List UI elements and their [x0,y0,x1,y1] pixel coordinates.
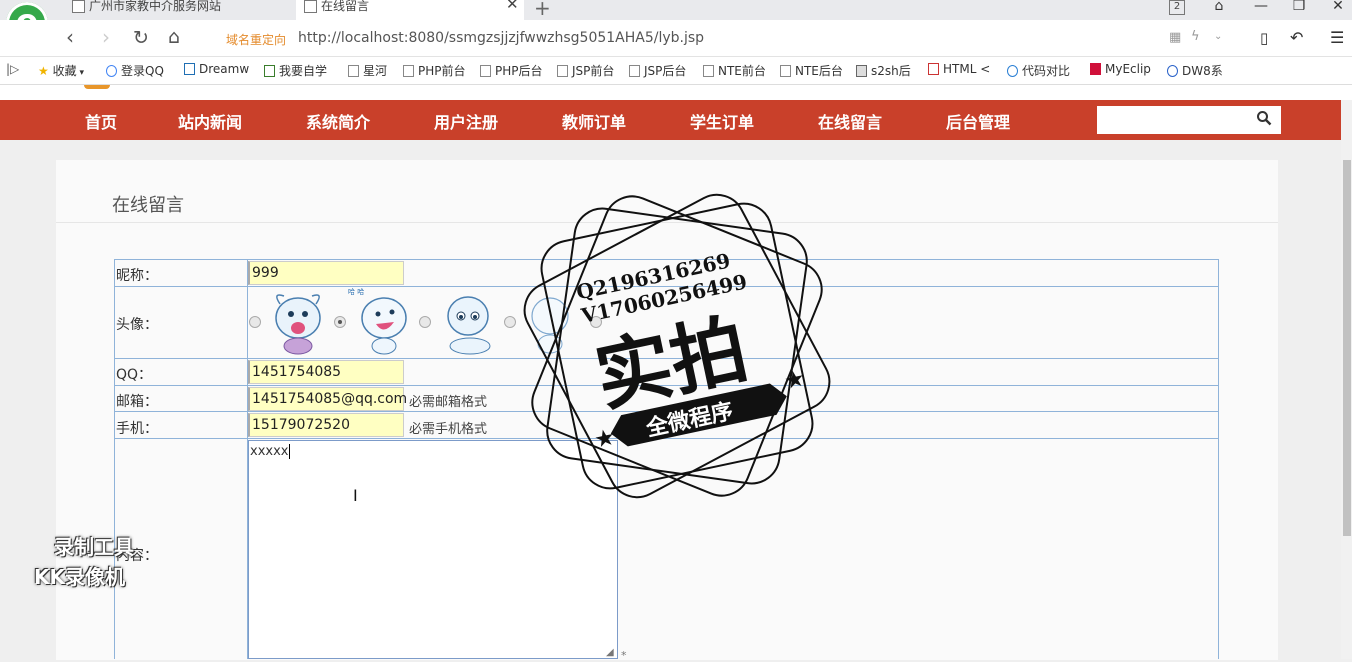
page-icon [72,0,85,13]
undo-icon[interactable]: ↶ [1290,28,1303,47]
avatar-cartoon-image-3 [447,296,491,355]
reading-mode-icon[interactable]: ▯ [1260,29,1268,47]
minimize-icon[interactable]: — [1250,0,1272,14]
bookmark-item[interactable]: 登录QQ [106,62,164,79]
bookmark-favorites[interactable]: ★ 收藏 ▾ [38,62,84,79]
star-icon: ★ [593,424,616,451]
site-logo-fragment [84,85,110,89]
bookmark-icon [184,63,195,75]
bookmark-icon [1007,65,1018,77]
phone-input[interactable]: 15179072520 [248,413,404,437]
forward-icon[interactable]: › [102,25,110,49]
text-caret [289,444,291,459]
bookmark-item[interactable]: PHP后台 [480,62,543,79]
url-field[interactable]: http://localhost:8080/ssmgzsjjzjfwwzhsg5… [298,30,704,46]
close-tab-icon[interactable]: ✕ [506,0,519,12]
avatar-cartoon-image-1 [275,294,321,355]
svg-text:哈 哈: 哈 哈 [348,288,364,296]
bookmark-icon [264,65,275,77]
home-icon[interactable]: ⌂ [168,26,180,48]
bookmark-item[interactable]: 代码对比 [1007,62,1070,79]
nav-student-orders[interactable]: 学生订单 [690,109,754,133]
qq-input[interactable]: 1451754085 [248,360,404,384]
bookmark-item[interactable]: 我要自学 [264,62,327,79]
menu-icon[interactable]: ☰ [1330,28,1344,47]
required-asterisk: * [621,649,627,662]
bookmark-icon [403,65,414,77]
new-tab-button[interactable]: + [534,0,551,20]
nav-site-news[interactable]: 站内新闻 [178,109,242,133]
nav-home[interactable]: 首页 [85,109,117,133]
tab-home-site[interactable]: 广州市家教中介服务网站 [72,0,292,20]
site-header-strip [0,85,1352,100]
chevron-down-icon[interactable]: ⌄ [1214,31,1222,42]
nav-online-message[interactable]: 在线留言 [818,109,882,133]
bookmark-item[interactable]: NTE后台 [780,62,843,79]
bookmark-icon [629,65,640,77]
avatar-radio-1[interactable] [249,316,261,328]
bookmark-item[interactable]: DW8系 [1167,62,1223,79]
avatar-radio-2[interactable] [334,316,346,328]
qq-label: QQ： [116,367,153,383]
textarea-resize-handle[interactable]: ◢ [606,647,614,658]
bookmark-item[interactable]: NTE前台 [703,62,766,79]
paw-icon [1167,65,1178,77]
phone-hint: 必需手机格式 [409,422,488,437]
close-window-icon[interactable]: ✕ [1327,0,1349,14]
bookmark-item[interactable]: 星河 [348,62,387,79]
skin-icon[interactable]: ⌂ [1208,0,1230,14]
bookmark-icon [480,65,491,77]
scrollbar-thumb[interactable] [1343,160,1351,536]
recorder-watermark: 录制工具 KK录像机 [34,535,134,589]
form-border [1218,259,1219,659]
bookmark-item[interactable]: HTML < [928,62,990,76]
lightning-icon[interactable]: ϟ [1191,29,1200,44]
back-icon[interactable]: ‹ [66,25,74,49]
page-icon [304,0,317,13]
nav-user-register[interactable]: 用户注册 [434,109,498,133]
phone-label: 手机： [116,421,158,437]
bookmark-icon [856,65,867,77]
email-input[interactable]: 1451754085@qq.com [248,387,407,411]
bookmark-item[interactable]: PHP前台 [403,62,466,79]
bookmark-item[interactable]: JSP后台 [629,62,686,79]
text-cursor-icon: I [353,486,358,505]
avatar-radio-3[interactable] [419,316,431,328]
bookmark-icon [1090,63,1101,75]
bookmark-icon [703,65,714,77]
reload-icon[interactable]: ↻ [133,27,149,49]
site-search-input[interactable] [1097,106,1281,134]
form-border [114,259,115,659]
star-icon: ★ [38,64,53,78]
sidebar-toggle-icon[interactable]: |▷ [6,62,19,76]
tab-count-badge[interactable]: 2 [1169,0,1185,15]
bookmark-item[interactable]: s2sh后 [856,62,911,79]
nav-system-intro[interactable]: 系统简介 [306,109,370,133]
redirect-label[interactable]: 域名重定向 [226,31,286,48]
bookmark-item[interactable]: Dreamw [184,62,249,76]
bookmark-icon [780,65,791,77]
bookmark-icon [928,63,939,75]
email-hint: 必需邮箱格式 [409,395,488,410]
restore-icon[interactable]: ❐ [1288,0,1310,14]
nav-teacher-orders[interactable]: 教师订单 [562,109,626,133]
nickname-input[interactable]: 999 [248,261,404,285]
bookmark-item[interactable]: JSP前台 [557,62,614,79]
bookmark-icon [348,65,359,77]
tab-active-message[interactable]: 在线留言 ✕ [296,0,524,20]
apps-grid-icon[interactable]: ▦ [1169,30,1181,45]
nickname-label: 昵称： [116,268,158,284]
avatar-radio-4[interactable] [504,316,516,328]
bookmark-icon [557,65,568,77]
nav-admin[interactable]: 后台管理 [946,109,1010,133]
avatar-cartoon-image-2: 哈 哈 [348,288,407,355]
avatar-label: 头像： [116,317,158,333]
email-label: 邮箱： [116,394,158,410]
bookmark-item[interactable]: MyEclip [1090,62,1151,76]
bookmark-icon [106,65,117,77]
stamp-watermark: Q2196316269 V17060256499 实拍 全微程序 ★ ★ [523,193,831,499]
search-icon[interactable] [1256,110,1272,126]
page-title: 在线留言 [112,195,184,216]
